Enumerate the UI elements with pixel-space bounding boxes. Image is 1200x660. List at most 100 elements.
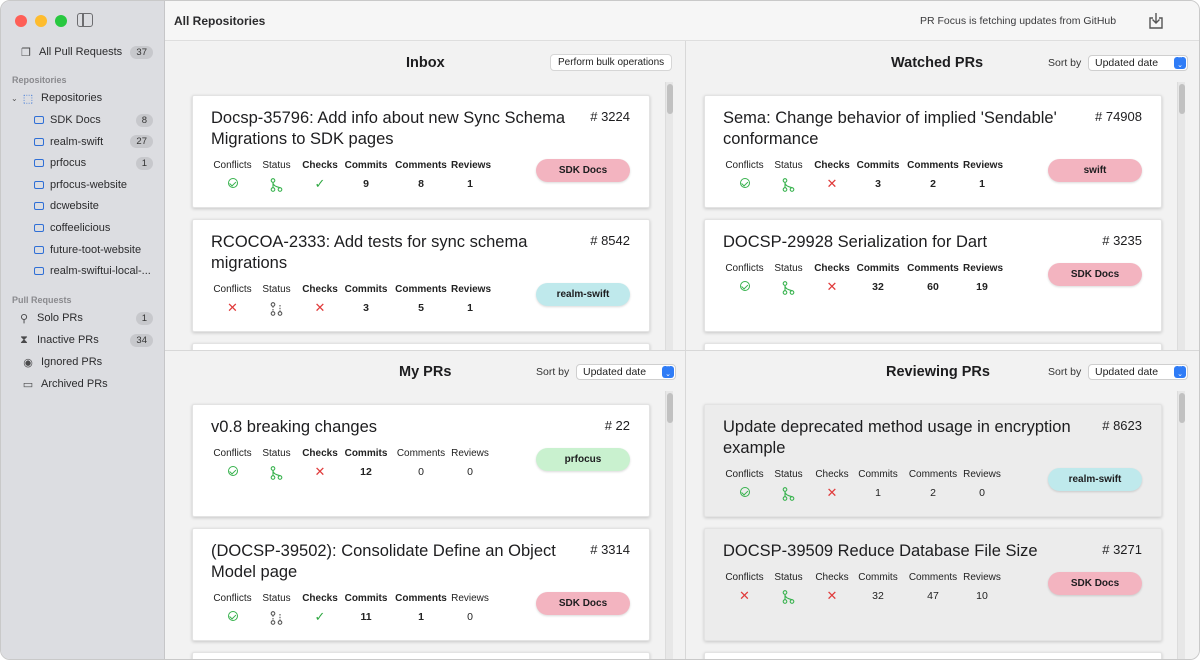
stat-checks: Checks ✕ — [811, 263, 853, 295]
stat-reviews-value: 1 — [979, 178, 985, 190]
sidebar-item-repo[interactable]: SDK Docs 8 — [1, 110, 165, 130]
panel-scrollbar[interactable] — [1177, 82, 1185, 350]
pr-card-partial[interactable] — [192, 652, 650, 659]
stat-status: Status — [254, 160, 299, 192]
sidebar-item-ignored-prs[interactable]: ◉ Ignored PRs — [1, 352, 165, 372]
stat-label: Checks — [814, 263, 850, 274]
repository-pill[interactable]: SDK Docs — [536, 592, 630, 615]
stat-reviews: Reviews 0 — [963, 469, 1001, 501]
sidebar-item-label: Inactive PRs — [37, 334, 99, 346]
pr-card[interactable]: RCOCOA-2333: Add tests for sync schema m… — [192, 219, 650, 332]
zoom-window-button[interactable] — [55, 15, 67, 27]
stat-label: Status — [774, 263, 803, 274]
pr-card[interactable]: DOCSP-39509 Reduce Database File Size # 3… — [704, 528, 1162, 641]
window-controls — [15, 15, 67, 27]
sidebar-item-solo-prs[interactable]: ⚲ Solo PRs 1 — [1, 308, 165, 328]
sidebar-item-all-pull-requests[interactable]: ❐ All Pull Requests 37 — [1, 42, 165, 62]
merge-status-icon — [782, 590, 795, 604]
pr-card-partial[interactable] — [192, 343, 650, 350]
stat-conflicts: Conflicts ✕ — [211, 284, 254, 316]
repository-pill[interactable]: realm-swift — [1048, 468, 1142, 491]
pr-number: # 8542 — [590, 233, 630, 248]
sidebar-item-repo[interactable]: realm-swiftui-local-... — [1, 261, 165, 281]
stat-commits: Commits 11 — [341, 593, 391, 625]
stat-commits: Commits 32 — [853, 263, 903, 295]
stat-status: Status — [766, 469, 811, 501]
stat-label: Checks — [815, 469, 849, 480]
close-window-button[interactable] — [15, 15, 27, 27]
inbox-panel: Inbox Perform bulk operations Docsp-35796:… — [166, 42, 685, 350]
sidebar-item-repo[interactable]: future-toot-website — [1, 240, 165, 260]
sort-by-dropdown[interactable]: Updated date ⌃ ⌄ — [576, 364, 676, 380]
pr-title[interactable]: (DOCSP-39502): Consolidate Define an Obj… — [211, 541, 581, 582]
checkmark-icon: ✓ — [314, 176, 326, 191]
stat-label: Commits — [856, 263, 900, 274]
pr-card-partial[interactable] — [704, 652, 1162, 659]
stat-comments-value: 8 — [418, 178, 424, 190]
reviewing-prs-panel: Reviewing PRs Sort by Updated date ⌃ ⌄ Update… — [686, 351, 1199, 659]
check-circle-icon — [739, 487, 750, 497]
scrollbar-thumb[interactable] — [667, 393, 673, 423]
pr-card[interactable]: Sema: Change behavior of implied 'Sendab… — [704, 95, 1162, 208]
minimize-window-button[interactable] — [35, 15, 47, 27]
pr-title[interactable]: v0.8 breaking changes — [211, 417, 581, 438]
stat-comments-value: 1 — [418, 611, 424, 623]
stat-comments-value: 5 — [418, 302, 424, 314]
pr-title[interactable]: Docsp-35796: Add info about new Sync Sch… — [211, 108, 581, 149]
pr-title[interactable]: RCOCOA-2333: Add tests for sync schema m… — [211, 232, 581, 273]
pr-card[interactable]: DOCSP-29928 Serialization for Dart # 3235… — [704, 219, 1162, 332]
folder-stack-icon: ⬚ — [22, 92, 34, 105]
sidebar-group-repositories[interactable]: ⌄ ⬚ Repositories — [1, 88, 165, 108]
stat-label: Comments — [396, 448, 446, 459]
stat-label: Comments — [907, 160, 959, 171]
sidebar-item-label: future-toot-website — [50, 243, 142, 256]
sidebar-item-repo[interactable]: coffeelicious — [1, 218, 165, 238]
repository-pill[interactable]: prfocus — [536, 448, 630, 471]
sort-by-label: Sort by — [1048, 57, 1082, 69]
sidebar-item-repo[interactable]: realm-swift 27 — [1, 132, 165, 152]
pr-card-partial[interactable] — [704, 343, 1162, 350]
stat-reviews: Reviews 19 — [963, 263, 1003, 295]
pr-title[interactable]: DOCSP-39509 Reduce Database File Size — [723, 541, 1093, 562]
repository-pill[interactable]: SDK Docs — [1048, 263, 1142, 286]
stat-label: Comments — [395, 284, 447, 295]
repository-pill[interactable]: SDK Docs — [1048, 572, 1142, 595]
sidebar-section-pull-requests: Pull Requests — [12, 295, 72, 305]
sidebar-item-repo[interactable]: prfocus-website — [1, 175, 165, 195]
sidebar-item-label: SDK Docs — [50, 114, 101, 126]
perform-bulk-operations-button[interactable]: Perform bulk operations — [550, 54, 673, 71]
pr-title[interactable]: Sema: Change behavior of implied 'Sendab… — [723, 108, 1093, 149]
download-icon[interactable] — [1147, 12, 1165, 30]
scrollbar-thumb[interactable] — [1179, 393, 1185, 423]
pr-title[interactable]: Update deprecated method usage in encryp… — [723, 417, 1093, 458]
pr-card[interactable]: Update deprecated method usage in encryp… — [704, 404, 1162, 517]
panel-scrollbar[interactable] — [1177, 391, 1185, 659]
scrollbar-thumb[interactable] — [667, 84, 673, 114]
x-mark-icon: ✕ — [227, 300, 238, 315]
pr-stats: Conflicts ✕ Status Checks ✕ Commits 32 Comments… — [723, 572, 1001, 604]
stat-comments: Comments 2 — [903, 160, 963, 192]
sidebar-item-repo[interactable]: dcwebsite — [1, 196, 165, 216]
sidebar-item-repo[interactable]: prfocus 1 — [1, 153, 165, 173]
sidebar-item-inactive-prs[interactable]: ⧗ Inactive PRs 34 — [1, 330, 165, 350]
merge-status-icon — [782, 487, 795, 501]
repository-pill[interactable]: SDK Docs — [536, 159, 630, 182]
pr-card[interactable]: v0.8 breaking changes # 22 Conflicts Status… — [192, 404, 650, 517]
pr-card[interactable]: Docsp-35796: Add info about new Sync Sch… — [192, 95, 650, 208]
watched-prs-panel: Watched PRs Sort by Updated date ⌃ ⌄ Sema: Ch… — [686, 42, 1199, 350]
stat-label: Reviews — [451, 284, 492, 295]
stat-label: Conflicts — [213, 284, 252, 295]
chevron-down-icon[interactable]: ⌄ — [11, 94, 21, 103]
scrollbar-thumb[interactable] — [1179, 84, 1185, 114]
sort-by-dropdown[interactable]: Updated date ⌃ ⌄ — [1088, 364, 1188, 380]
repository-pill[interactable]: swift — [1048, 159, 1142, 182]
sidebar-item-label: All Pull Requests — [39, 46, 123, 58]
pr-card[interactable]: (DOCSP-39502): Consolidate Define an Obj… — [192, 528, 650, 641]
panel-scrollbar[interactable] — [665, 391, 673, 659]
repository-pill[interactable]: realm-swift — [536, 283, 630, 306]
panel-scrollbar[interactable] — [665, 82, 673, 350]
sidebar-toggle-icon[interactable] — [77, 13, 93, 27]
pr-title[interactable]: DOCSP-29928 Serialization for Dart — [723, 232, 1093, 253]
sort-by-dropdown[interactable]: Updated date ⌃ ⌄ — [1088, 55, 1188, 71]
sidebar-item-archived-prs[interactable]: ▭ Archived PRs — [1, 374, 165, 394]
